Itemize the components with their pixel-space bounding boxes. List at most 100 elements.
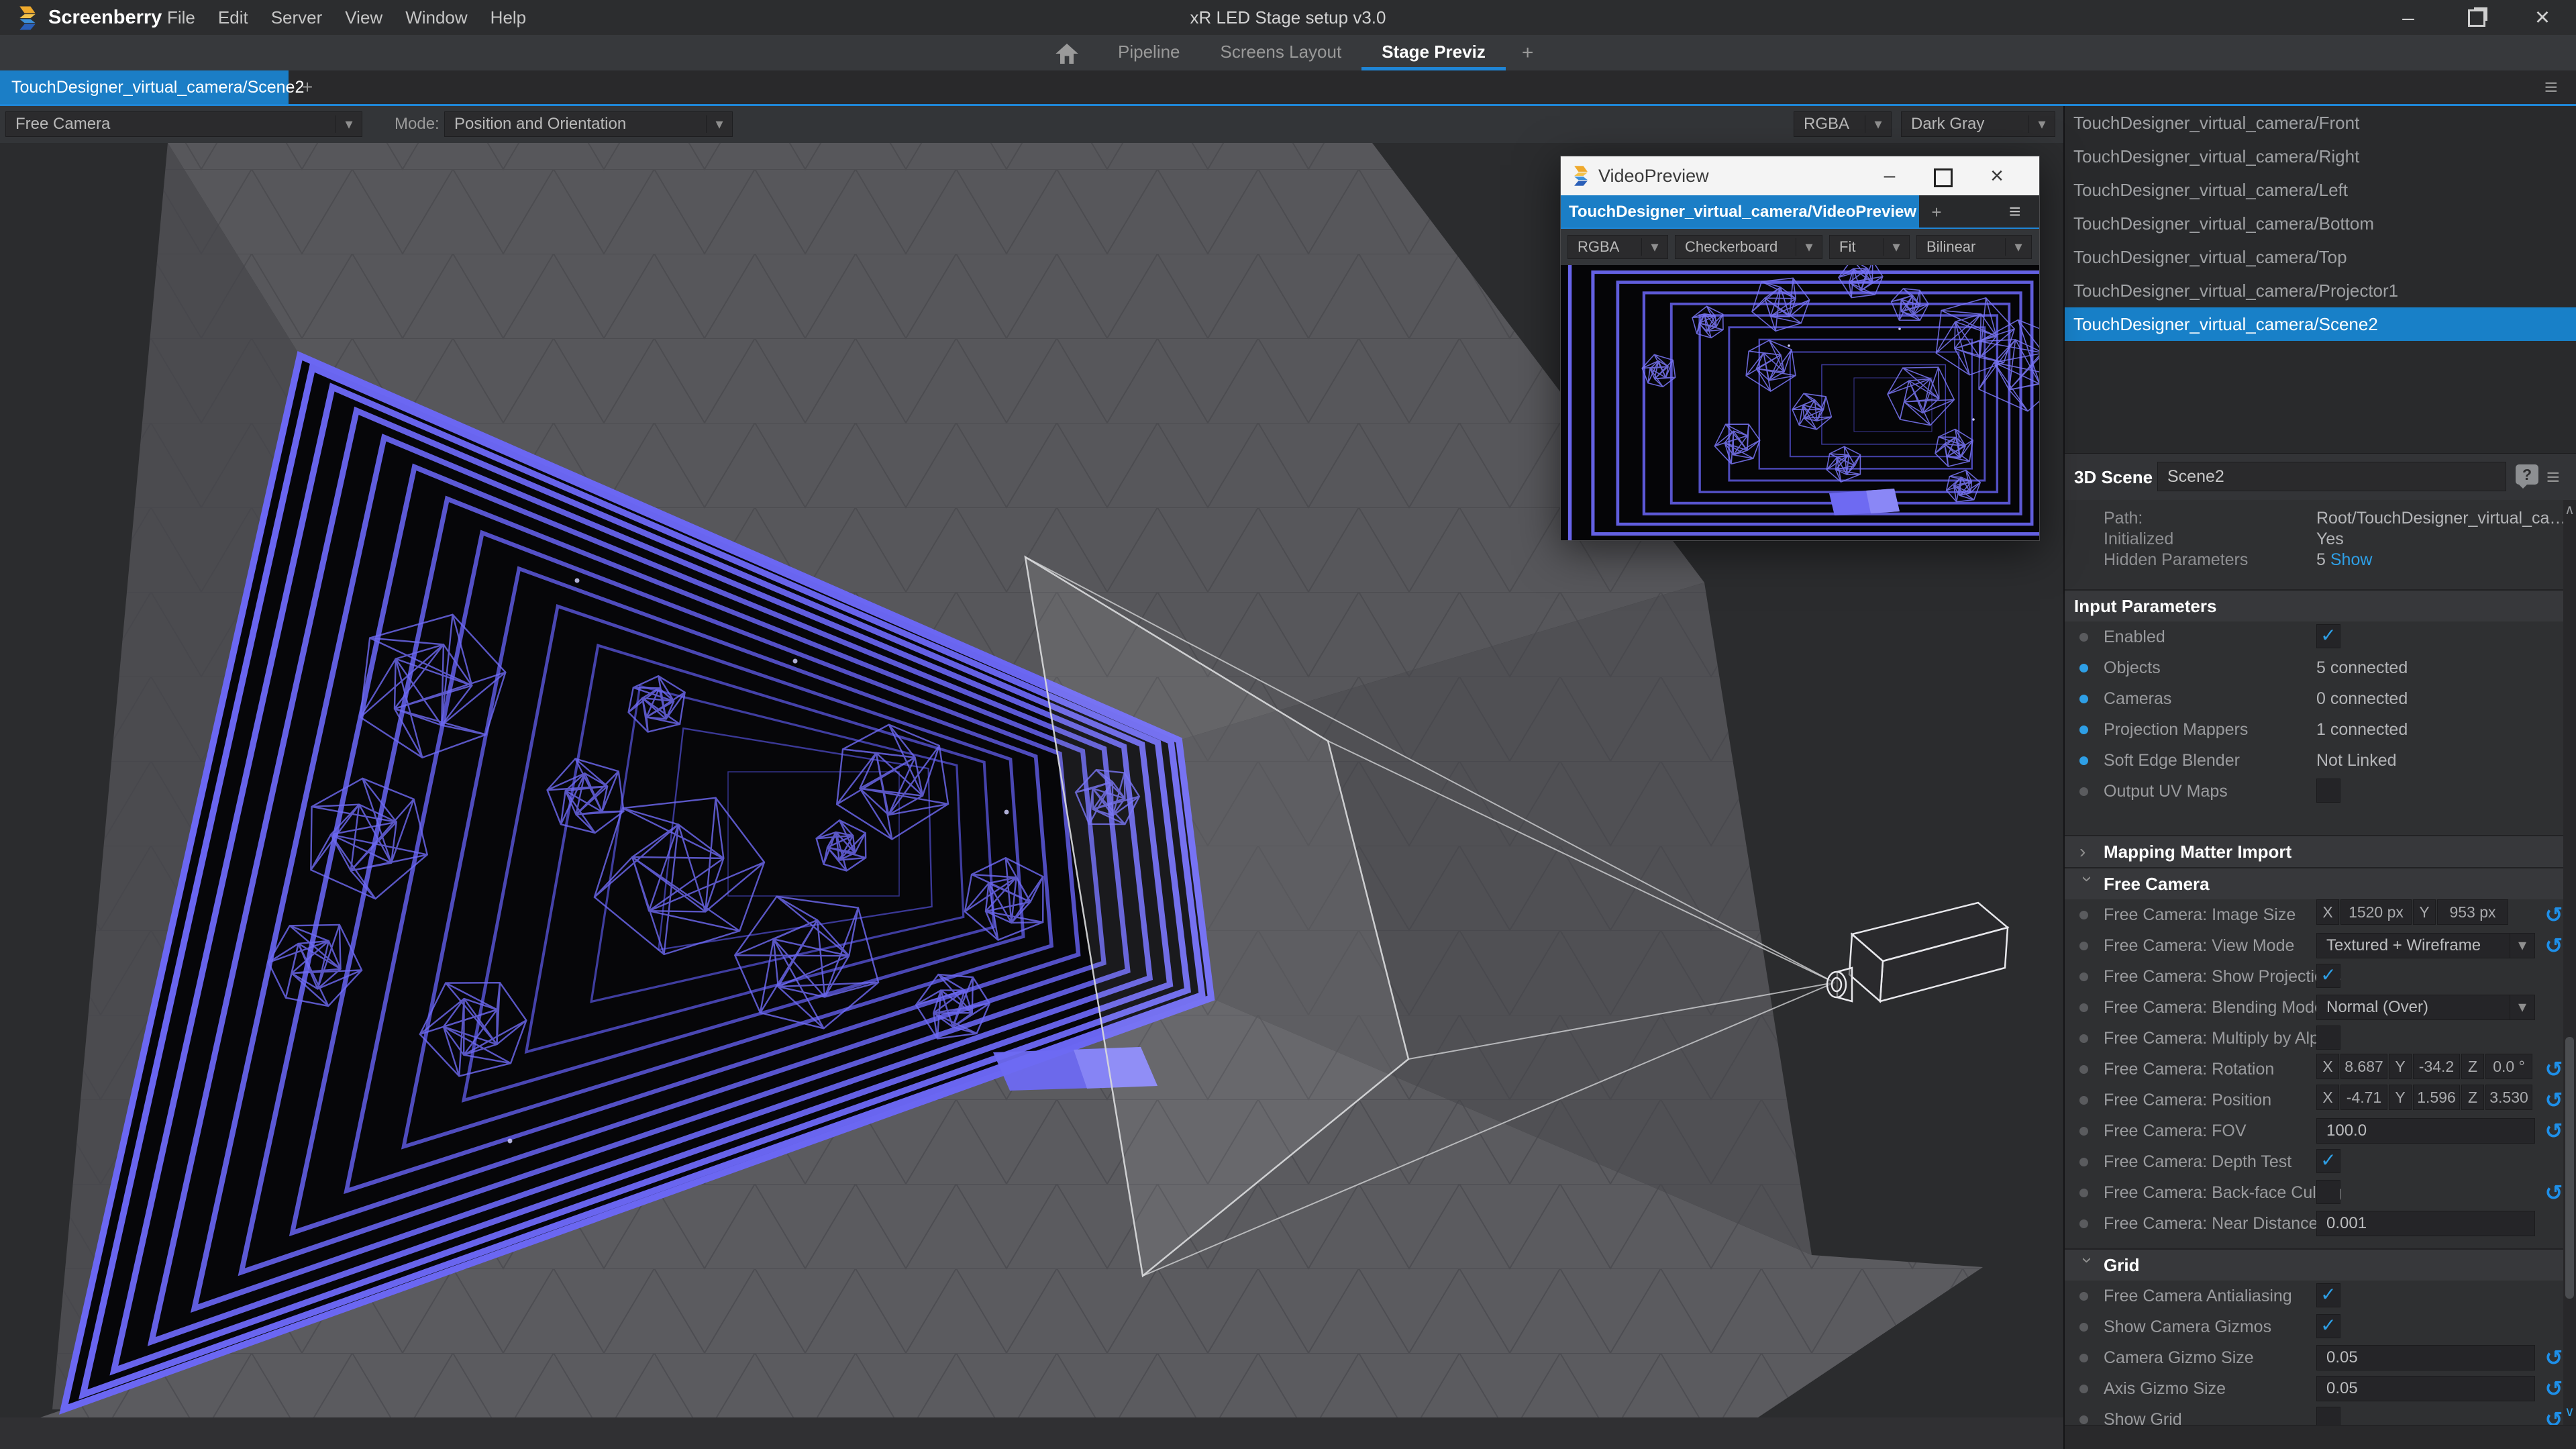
chevron-down-icon: ▾ — [336, 115, 362, 133]
panel-menu-icon[interactable]: ≡ — [2546, 454, 2560, 501]
axis-value-field[interactable]: -34.2 — [2413, 1054, 2460, 1079]
menu-item-view[interactable]: View — [333, 0, 394, 35]
help-icon[interactable]: ? — [2516, 464, 2538, 485]
videopreview-titlebar[interactable]: VideoPreview – × — [1561, 156, 2039, 195]
chevron-down-icon[interactable]: › — [2072, 876, 2103, 882]
menu-item-window[interactable]: Window — [394, 0, 478, 35]
prop-row-hidden-parameters: Hidden Parameters 5 Show — [2065, 550, 2576, 570]
camera-list-item[interactable]: TouchDesigner_virtual_camera/Front — [2065, 106, 2576, 140]
dot-icon — [2079, 1065, 2088, 1074]
axis-value-field[interactable]: 1.596 — [2413, 1085, 2460, 1110]
checkbox[interactable]: ✓ — [2316, 1283, 2340, 1307]
dropdown-value: Textured + Wireframe — [2317, 934, 2510, 958]
axis-value-field[interactable]: 953 px — [2437, 899, 2508, 925]
scene-name-input[interactable]: Scene2 — [2157, 462, 2506, 491]
axis-value-field[interactable]: -4.71 — [2340, 1085, 2387, 1110]
dropdown[interactable]: Textured + Wireframe▾ — [2316, 933, 2535, 958]
add-tab-button[interactable]: + — [1923, 195, 1950, 229]
add-workspace-tab-button[interactable]: + — [1506, 35, 1550, 70]
chevron-down-icon: ▾ — [1796, 238, 1822, 256]
param-row: Free Camera: Back-face Culling↺ — [2065, 1177, 2576, 1208]
panel-scrollbar[interactable]: ∧ ∨ — [2563, 500, 2576, 1425]
videopreview-tab-active[interactable]: TouchDesigner_virtual_camera/VideoPrevie… — [1561, 195, 1919, 229]
text-field[interactable]: 100.0 — [2316, 1118, 2535, 1144]
scroll-down-icon[interactable]: ∨ — [2563, 1403, 2576, 1420]
dropdown[interactable]: Normal (Over)▾ — [2316, 995, 2535, 1020]
chevron-down-icon[interactable]: › — [2072, 1257, 2103, 1263]
tab-menu-icon[interactable]: ≡ — [2009, 195, 2021, 229]
close-button[interactable]: × — [2527, 0, 2558, 35]
text-field[interactable]: 0.05 — [2316, 1376, 2535, 1401]
tab-menu-icon[interactable]: ≡ — [2544, 70, 2558, 104]
text-field[interactable]: 0.001 — [2316, 1211, 2535, 1236]
section-header-mapping-matter-import[interactable]: ›Mapping Matter Import — [2065, 835, 2576, 867]
menu-item-server[interactable]: Server — [260, 0, 334, 35]
checkbox[interactable] — [2316, 1407, 2340, 1425]
checkbox[interactable]: ✓ — [2316, 1314, 2340, 1338]
background-select[interactable]: Checkerboard ▾ — [1675, 235, 1822, 259]
axis-label: X — [2316, 1085, 2339, 1110]
axis-value-field[interactable]: 8.687 — [2340, 1054, 2387, 1079]
channel-select[interactable]: RGBA ▾ — [1794, 111, 1892, 137]
param-row: Enabled✓ — [2065, 621, 2576, 652]
maximize-button[interactable] — [2460, 9, 2491, 26]
dot-icon — [2079, 1385, 2088, 1393]
camera-list-item[interactable]: TouchDesigner_virtual_camera/Bottom — [2065, 207, 2576, 240]
checkbox[interactable]: ✓ — [2316, 964, 2340, 988]
checkbox[interactable] — [2316, 779, 2340, 803]
mode-select[interactable]: Position and Orientation ▾ — [444, 111, 733, 137]
param-label: Free Camera: Back-face Culling — [2104, 1177, 2342, 1208]
section-header-free-camera[interactable]: ›Free Camera — [2065, 867, 2576, 899]
maximize-button[interactable] — [1928, 168, 1958, 185]
checkbox[interactable]: ✓ — [2316, 1149, 2340, 1173]
dot-icon — [2079, 1189, 2088, 1197]
channel-select[interactable]: RGBA ▾ — [1567, 235, 1668, 259]
text-field[interactable]: 0.05 — [2316, 1345, 2535, 1370]
param-value: 0 connected — [2316, 686, 2408, 711]
section-header-grid[interactable]: ›Grid — [2065, 1248, 2576, 1281]
checkbox[interactable] — [2316, 1180, 2340, 1204]
hidden-count: 5 — [2316, 550, 2326, 569]
nav-tab-pipeline[interactable]: Pipeline — [1098, 35, 1200, 70]
parameters-panel: Path: Root/TouchDesigner_virtual_ca… Ini… — [2065, 500, 2576, 1425]
zoom-select[interactable]: Fit ▾ — [1829, 235, 1910, 259]
axis-value-field[interactable]: 3.530 — [2485, 1085, 2532, 1110]
videopreview-canvas[interactable] — [1561, 265, 2039, 540]
axis-label: X — [2316, 899, 2339, 925]
menu-item-help[interactable]: Help — [479, 0, 537, 35]
home-icon[interactable] — [1052, 40, 1082, 67]
show-link[interactable]: Show — [2330, 550, 2373, 569]
camera-list-item[interactable]: TouchDesigner_virtual_camera/Scene2 — [2065, 307, 2576, 341]
camera-list-item[interactable]: TouchDesigner_virtual_camera/Projector1 — [2065, 274, 2576, 307]
param-label: Free Camera: Near Distance — [2104, 1208, 2318, 1239]
add-tab-button[interactable]: + — [293, 70, 322, 104]
menu-item-edit[interactable]: Edit — [207, 0, 260, 35]
chevron-right-icon[interactable]: › — [2079, 836, 2085, 867]
camera-list-item[interactable]: TouchDesigner_virtual_camera/Right — [2065, 140, 2576, 173]
nav-tab-stage-previz[interactable]: Stage Previz — [1361, 35, 1506, 70]
camera-select[interactable]: Free Camera ▾ — [5, 111, 362, 137]
screenberry-logo-icon — [1570, 165, 1592, 187]
param-label: Free Camera: Position — [2104, 1085, 2271, 1115]
checkbox[interactable]: ✓ — [2316, 624, 2340, 648]
filter-select[interactable]: Bilinear ▾ — [1916, 235, 2032, 259]
section-header-input-parameters[interactable]: Input Parameters — [2065, 589, 2576, 621]
scrollbar-thumb[interactable] — [2565, 1037, 2574, 1299]
axis-value-field[interactable]: 1520 px — [2340, 899, 2412, 925]
nav-tab-screens-layout[interactable]: Screens Layout — [1200, 35, 1362, 70]
background-select[interactable]: Dark Gray ▾ — [1901, 111, 2055, 137]
minimize-button[interactable]: – — [1875, 156, 1904, 195]
close-button[interactable]: × — [1982, 156, 2012, 195]
camera-list-item[interactable]: TouchDesigner_virtual_camera/Left — [2065, 173, 2576, 207]
checkbox[interactable] — [2316, 1026, 2340, 1050]
param-row: Free Camera: Multiply by Alpha — [2065, 1023, 2576, 1054]
minimize-button[interactable]: – — [2393, 0, 2424, 35]
camera-list-item[interactable]: TouchDesigner_virtual_camera/Top — [2065, 240, 2576, 274]
menu-item-file[interactable]: File — [156, 0, 207, 35]
axis-value-field[interactable]: 0.0 ° — [2485, 1054, 2532, 1079]
param-row: Cameras0 connected — [2065, 683, 2576, 714]
chevron-down-icon: ▾ — [1883, 238, 1909, 256]
param-row: Free Camera: Image SizeX1520 pxY953 px↺ — [2065, 899, 2576, 930]
scroll-up-icon[interactable]: ∧ — [2563, 501, 2576, 518]
document-tab-active[interactable]: TouchDesigner_virtual_camera/Scene2 — [0, 70, 289, 104]
